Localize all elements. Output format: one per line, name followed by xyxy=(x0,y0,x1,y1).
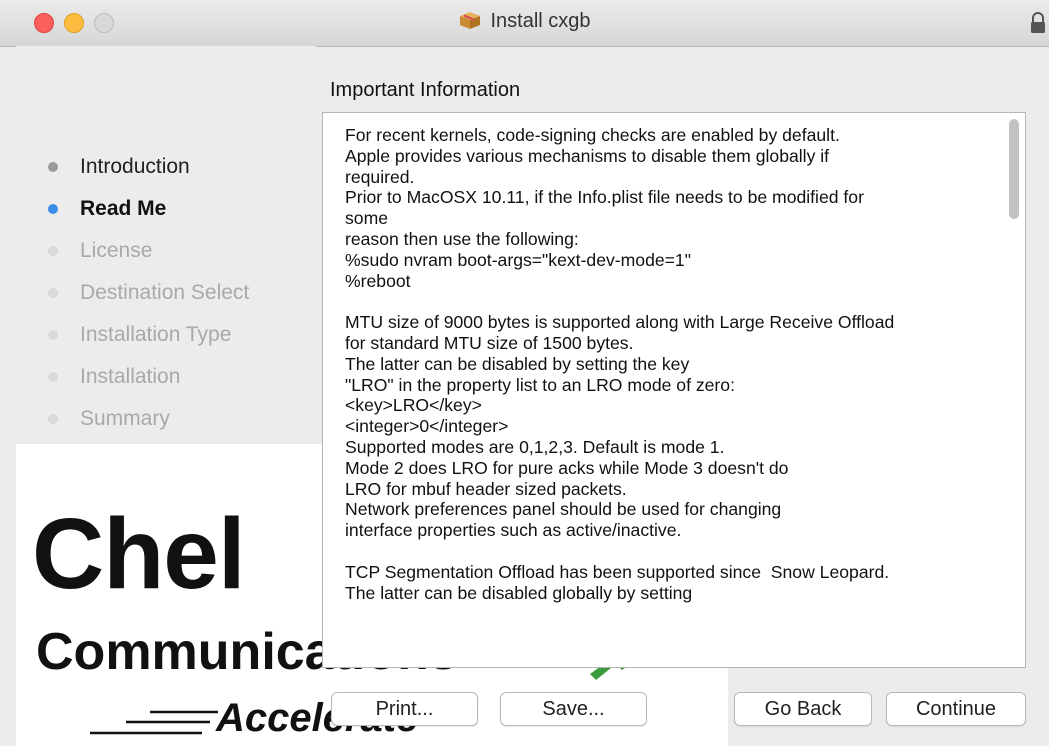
step-installation-type: Installation Type xyxy=(48,314,249,356)
step-label: Destination Select xyxy=(80,281,250,304)
step-label: Summary xyxy=(80,407,170,430)
step-dot xyxy=(48,288,58,298)
step-dot xyxy=(48,414,58,424)
readme-text-area[interactable]: For recent kernels, code-signing checks … xyxy=(322,112,1026,668)
step-dot xyxy=(48,204,58,214)
step-license: License xyxy=(48,230,249,272)
window-title: Install cxgb xyxy=(490,10,591,32)
installer-steps: Introduction Read Me License Destination… xyxy=(48,146,249,440)
step-installation: Installation xyxy=(48,356,249,398)
step-label: Installation Type xyxy=(80,323,232,346)
print-button[interactable]: Print... xyxy=(331,692,478,726)
step-dot xyxy=(48,330,58,340)
step-summary: Summary xyxy=(48,398,249,440)
title-bar[interactable]: Install cxgb xyxy=(0,0,1049,47)
step-label: Introduction xyxy=(80,155,190,178)
continue-button[interactable]: Continue xyxy=(886,692,1026,726)
installer-window: Install cxgb Introduction Read Me Licens… xyxy=(0,0,1049,746)
step-label: License xyxy=(80,239,153,262)
logo-speed-lines-icon xyxy=(90,710,218,735)
step-introduction: Introduction xyxy=(48,146,249,188)
go-back-button[interactable]: Go Back xyxy=(734,692,872,726)
step-dot xyxy=(48,246,58,256)
step-read-me: Read Me xyxy=(48,188,249,230)
step-destination-select: Destination Select xyxy=(48,272,249,314)
vertical-scrollbar[interactable] xyxy=(1009,119,1019,219)
page-title: Important Information xyxy=(330,79,521,101)
save-button[interactable]: Save... xyxy=(500,692,647,726)
step-label: Installation xyxy=(80,365,181,388)
window-title-group: Install cxgb xyxy=(0,10,1049,33)
step-dot xyxy=(48,372,58,382)
logo-wordmark: Chel xyxy=(32,498,246,610)
lock-icon xyxy=(1031,12,1045,33)
step-label: Read Me xyxy=(80,197,167,220)
package-icon xyxy=(460,12,481,29)
step-dot xyxy=(48,162,58,172)
readme-text: For recent kernels, code-signing checks … xyxy=(345,125,895,603)
